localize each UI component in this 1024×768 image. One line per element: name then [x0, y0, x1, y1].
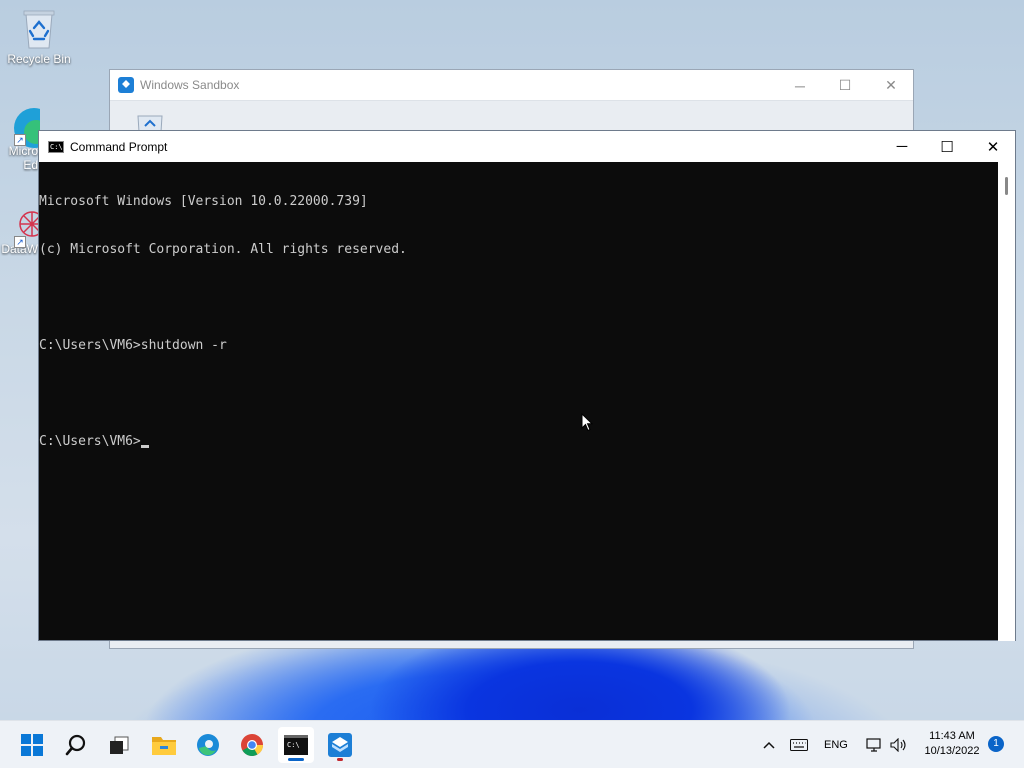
- chrome-button[interactable]: [234, 727, 270, 763]
- task-view-button[interactable]: [101, 727, 137, 763]
- console-line: C:\Users\VM6>shutdown -r: [39, 338, 227, 353]
- edge-button[interactable]: [190, 727, 226, 763]
- sandbox-icon: [328, 733, 352, 757]
- desktop-icon-recycle-bin[interactable]: Recycle Bin: [0, 6, 78, 66]
- task-view-icon: [110, 736, 129, 754]
- active-indicator: [288, 758, 304, 761]
- cmd-titlebar[interactable]: C:\ Command Prompt ─ ☐ ✕: [39, 131, 1015, 162]
- shortcut-arrow-icon: ↗: [14, 134, 26, 146]
- keyboard-icon: [790, 739, 808, 751]
- volume-icon[interactable]: [890, 721, 908, 768]
- clock-date: 10/13/2022: [924, 745, 980, 757]
- edge-icon: [197, 734, 219, 756]
- recycle-bin-icon: [19, 6, 59, 50]
- network-icon[interactable]: [866, 721, 884, 768]
- notification-badge[interactable]: 1: [988, 736, 1004, 752]
- desktop-icon-label: Recycle Bin: [7, 52, 71, 66]
- file-explorer-button[interactable]: [146, 727, 182, 763]
- clock[interactable]: 11:43 AM 10/13/2022: [918, 729, 986, 759]
- sandbox-maximize-button[interactable]: ☐: [822, 70, 868, 101]
- text-cursor: [140, 445, 149, 448]
- chevron-up-icon: [763, 741, 775, 749]
- sandbox-titlebar[interactable]: Windows Sandbox ─ ☐ ✕: [110, 70, 913, 101]
- cmd-icon: C:\: [48, 140, 64, 153]
- cmd-icon: C:\: [284, 735, 308, 755]
- sandbox-window-title: Windows Sandbox: [140, 78, 240, 92]
- cmd-taskbar-button[interactable]: C:\: [278, 727, 314, 763]
- search-icon: [65, 734, 86, 756]
- sandbox-close-button[interactable]: ✕: [868, 70, 914, 101]
- cmd-scrollbar[interactable]: [998, 162, 1015, 641]
- tray-overflow-button[interactable]: [762, 721, 776, 768]
- cmd-window[interactable]: C:\ Command Prompt ─ ☐ ✕ Microsoft Windo…: [38, 130, 1016, 641]
- running-indicator: [337, 758, 343, 761]
- desktop-icon-datawrapper[interactable]: ↗ DataW: [0, 202, 40, 256]
- datawrapper-icon: ↗: [0, 202, 40, 248]
- cmd-minimize-button[interactable]: ─: [879, 131, 925, 162]
- sandbox-taskbar-button[interactable]: [322, 727, 358, 763]
- console-line: Microsoft Windows [Version 10.0.22000.73…: [39, 194, 368, 209]
- cmd-window-title: Command Prompt: [70, 139, 168, 154]
- edge-icon: ↗: [0, 104, 40, 152]
- console-prompt: C:\Users\VM6>: [39, 434, 141, 449]
- scrollbar-thumb[interactable]: [1005, 177, 1008, 195]
- desktop-icon-edge[interactable]: ↗ Micro Ed: [0, 104, 40, 172]
- taskbar: C:\ ENG 11:43 AM 10/13/2022: [0, 720, 1024, 768]
- clock-time: 11:43 AM: [929, 730, 975, 742]
- chrome-icon: [241, 734, 263, 756]
- language-indicator[interactable]: ENG: [824, 721, 848, 768]
- cmd-maximize-button[interactable]: ☐: [924, 131, 970, 162]
- folder-icon: [152, 737, 176, 755]
- sandbox-minimize-button[interactable]: ─: [777, 70, 823, 101]
- mouse-pointer-icon: [581, 412, 594, 437]
- shortcut-arrow-icon: ↗: [14, 236, 26, 248]
- keyboard-button[interactable]: [790, 721, 808, 768]
- console-prompt-line[interactable]: C:\Users\VM6>: [39, 434, 999, 450]
- sandbox-recycle-bin-icon: [132, 110, 168, 133]
- console-line: (c) Microsoft Corporation. All rights re…: [39, 242, 407, 257]
- sandbox-icon: [118, 77, 134, 93]
- start-button[interactable]: [14, 727, 50, 763]
- windows-start-icon: [21, 734, 43, 756]
- cmd-close-button[interactable]: ✕: [970, 131, 1016, 162]
- svg-text:C:\: C:\: [287, 741, 300, 749]
- search-button[interactable]: [58, 727, 94, 763]
- console-output[interactable]: Microsoft Windows [Version 10.0.22000.73…: [39, 162, 999, 641]
